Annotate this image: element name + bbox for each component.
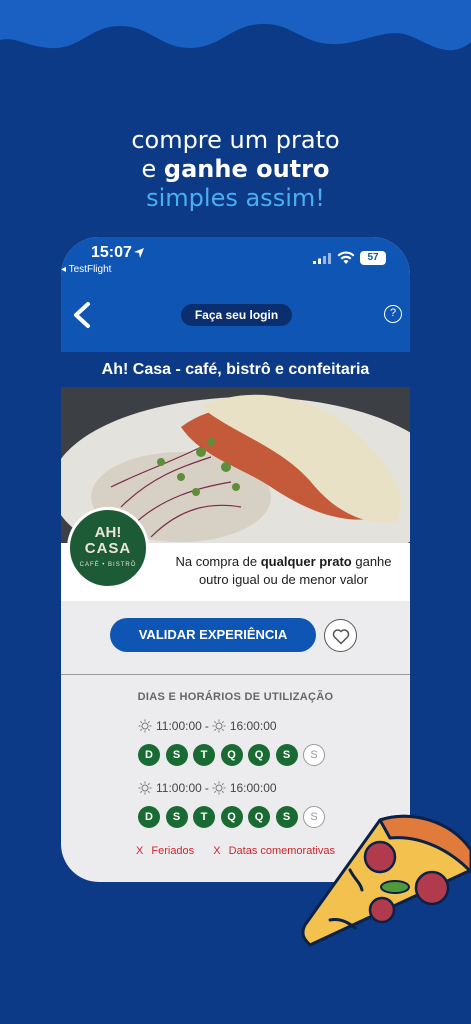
status-time: 15:07 (91, 244, 132, 261)
sun-icon (212, 781, 226, 795)
offer-text-bold: qualquer prato (260, 554, 352, 569)
sun-icon (212, 719, 226, 733)
day-badge: D (138, 744, 160, 766)
time-separator: - (204, 719, 209, 733)
schedule-end: 16:00:00 (229, 719, 277, 733)
favorite-button[interactable] (324, 619, 357, 652)
schedule-block: 11:00:00 - 16:00:00 D S T Q Q S S (138, 718, 388, 766)
battery-indicator: 57 (360, 251, 386, 265)
logo-line-1: AH! (94, 524, 122, 541)
day-badge: Q (220, 744, 243, 766)
day-badge: S (275, 806, 298, 828)
wave-decoration (0, 0, 471, 51)
pizza-slice-illustration (301, 814, 471, 947)
schedule-start: 11:00:00 (156, 719, 202, 733)
schedule-start: 11:00:00 (156, 781, 202, 795)
day-badge: Q (248, 806, 270, 828)
app-header: 15:07 ◂ TestFlight 57 Faça seu login ? (61, 237, 410, 352)
time-separator: - (204, 781, 209, 795)
heart-icon (332, 629, 350, 645)
restaurant-logo: AH! CASA CAFÉ • BISTRÔ (67, 507, 149, 589)
login-button[interactable]: Faça seu login (181, 304, 292, 326)
schedule-end: 16:00:00 (229, 781, 277, 795)
promo-line-2-pre: e (141, 155, 164, 183)
day-badge: S (165, 744, 188, 766)
x-icon: X (136, 845, 144, 857)
schedule-time: 11:00:00 - 16:00:00 (138, 718, 388, 734)
location-arrow-icon (134, 248, 144, 258)
day-badge: S (275, 744, 298, 766)
help-icon[interactable]: ? (384, 305, 402, 323)
wifi-icon (337, 251, 355, 264)
schedule-time: 11:00:00 - 16:00:00 (138, 780, 388, 796)
exclusion-holidays: X Feriados (136, 845, 194, 857)
logo-line-2: CASA (84, 540, 132, 557)
offer-text-pre: Na compra de (175, 554, 261, 569)
day-badge: S (165, 806, 188, 828)
promo-line-2: e ganhe outro (0, 155, 471, 184)
day-badge: T (193, 806, 215, 828)
day-badge-inactive: S (303, 744, 325, 766)
promo-headline: compre um prato e ganhe outro simples as… (0, 126, 471, 213)
logo-line-3: CAFÉ • BISTRÔ (79, 562, 137, 568)
sun-icon (138, 781, 152, 795)
day-row: D S T Q Q S S (138, 744, 388, 766)
validate-experience-button[interactable]: VALIDAR EXPERIÊNCIA (110, 618, 316, 652)
day-badge: Q (248, 744, 270, 766)
phone-screen: 15:07 ◂ TestFlight 57 Faça seu login ? A… (61, 237, 410, 882)
cellular-signal-icon (313, 253, 331, 264)
back-arrow-icon[interactable] (71, 301, 93, 329)
restaurant-title: Ah! Casa - café, bistrô e confeitaria (61, 352, 410, 387)
exclusion-label: Feriados (151, 845, 195, 857)
promo-line-1: compre um prato (131, 126, 340, 154)
offer-text: Na compra de qualquer prato ganhe outro … (161, 553, 406, 589)
back-to-testflight[interactable]: ◂ TestFlight (61, 264, 111, 275)
sun-icon (138, 719, 152, 733)
day-badge: T (193, 744, 215, 766)
promo-line-2-bold: ganhe outro (163, 155, 330, 183)
day-badge: Q (220, 806, 243, 828)
day-badge: D (138, 806, 160, 828)
schedule-title: DIAS E HORÁRIOS DE UTILIZAÇÃO (137, 691, 334, 703)
promo-line-3: simples assim! (146, 184, 325, 212)
divider (61, 674, 410, 675)
x-icon: X (213, 845, 221, 857)
